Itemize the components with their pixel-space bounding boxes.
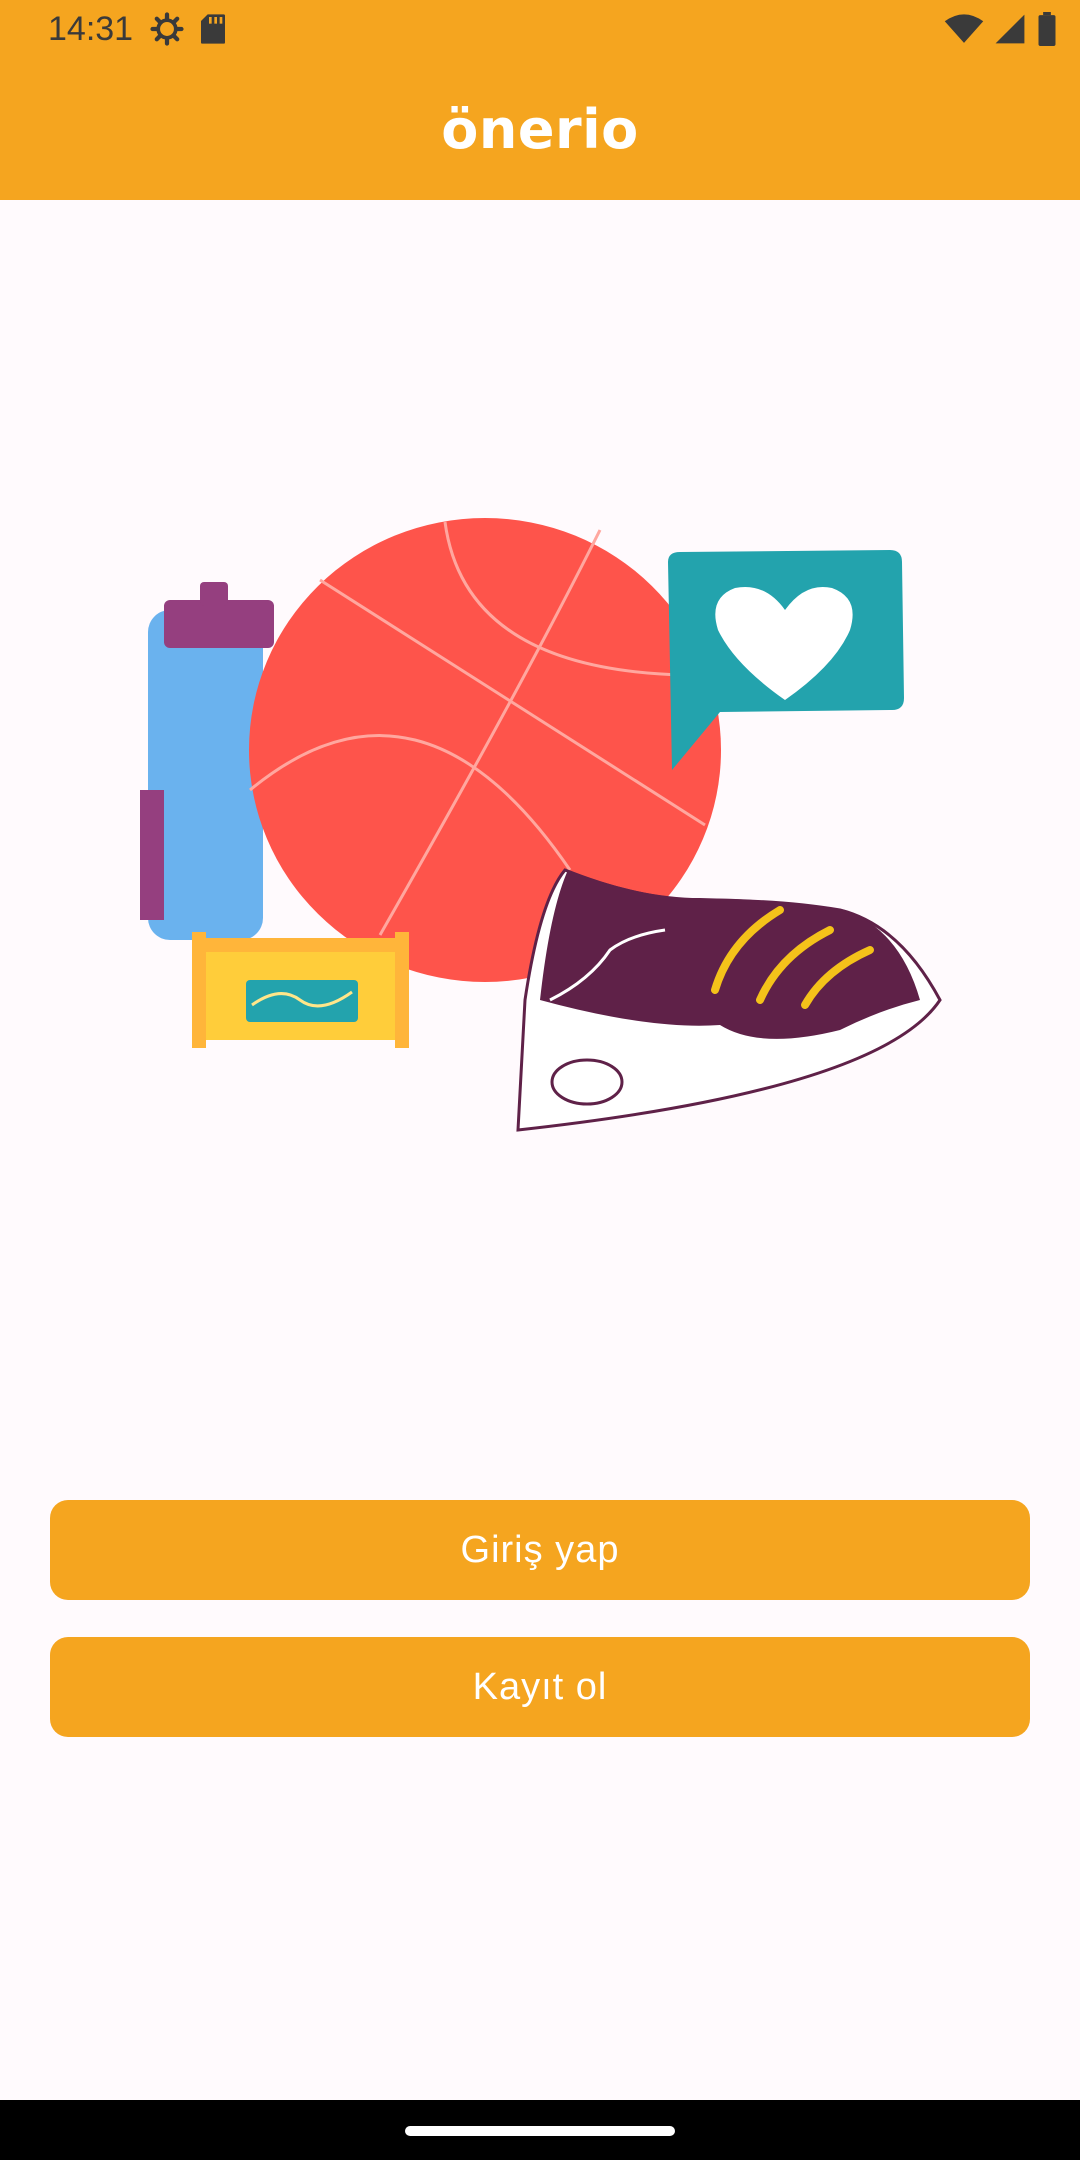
wifi-icon: [944, 14, 984, 43]
login-button[interactable]: Giriş yap: [50, 1500, 1030, 1600]
sd-card-icon: [201, 14, 225, 44]
app-bar: önerio: [0, 58, 1080, 200]
energy-bar-icon: [192, 932, 409, 1048]
app-title: önerio: [441, 98, 639, 161]
cellular-signal-icon: [995, 14, 1025, 44]
battery-icon: [1038, 12, 1056, 46]
status-left-icons: [150, 12, 228, 46]
settings-gear-icon: [150, 12, 184, 46]
status-time: 14:31: [48, 10, 134, 48]
hero-illustration: [120, 470, 1000, 1150]
sneaker-icon: [516, 868, 942, 1132]
signup-button[interactable]: Kayıt ol: [50, 1637, 1030, 1737]
home-indicator[interactable]: [405, 2126, 675, 2136]
status-bar: 14:31: [0, 0, 1080, 58]
status-right-icons: [944, 12, 1058, 46]
